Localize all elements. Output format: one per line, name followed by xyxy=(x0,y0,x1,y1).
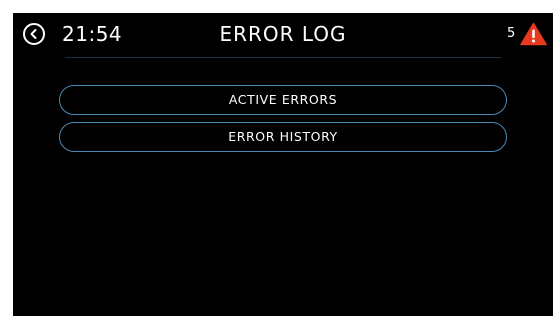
header-bar: 21:54 ERROR LOG 5 xyxy=(13,13,553,59)
error-count-badge: 5 xyxy=(507,26,516,41)
warning-triangle-icon[interactable] xyxy=(520,22,547,46)
header-divider xyxy=(65,57,501,58)
back-arrow-icon xyxy=(30,29,37,39)
device-screen: 21:54 ERROR LOG 5 ACTIVE ERRORS ERROR HI… xyxy=(13,13,553,316)
active-errors-label: ACTIVE ERRORS xyxy=(228,92,338,107)
error-history-button[interactable]: ERROR HISTORY xyxy=(59,122,507,152)
active-errors-button[interactable]: ACTIVE ERRORS xyxy=(59,85,507,115)
error-history-label: ERROR HISTORY xyxy=(228,129,338,144)
page-title: ERROR LOG xyxy=(219,22,347,46)
clock: 21:54 xyxy=(62,22,123,46)
back-button[interactable] xyxy=(23,23,45,45)
